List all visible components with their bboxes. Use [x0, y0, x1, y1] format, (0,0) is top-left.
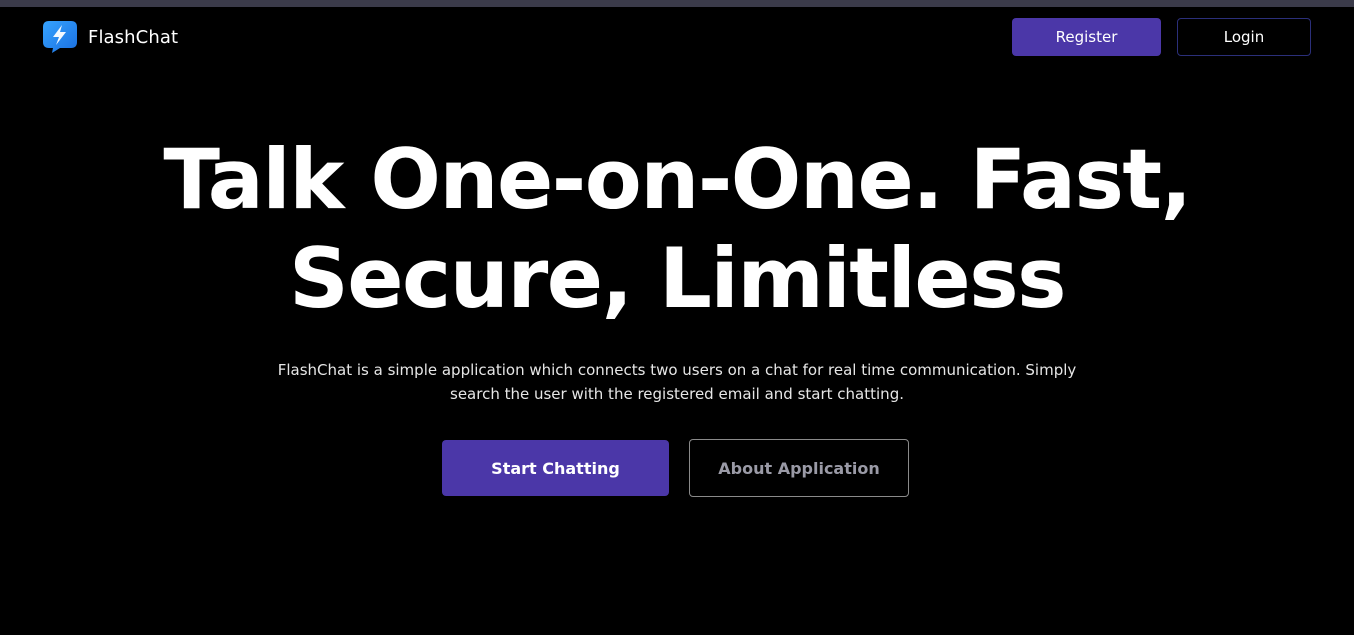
brand[interactable]: FlashChat — [42, 20, 178, 54]
hero-title-line-2: Secure, Limitless — [288, 230, 1067, 327]
start-chatting-button[interactable]: Start Chatting — [442, 440, 669, 496]
lightning-chat-icon — [43, 21, 77, 53]
hero-title-line-1: Talk One-on-One. Fast, — [163, 131, 1192, 228]
about-application-button[interactable]: About Application — [689, 439, 909, 497]
brand-name: FlashChat — [88, 26, 179, 48]
login-button[interactable]: Login — [1177, 18, 1311, 56]
hero-description: FlashChat is a simple application which … — [277, 361, 1077, 403]
hero-title: Talk One-on-One. Fast, Secure, Limitless — [100, 130, 1254, 328]
register-button[interactable]: Register — [1012, 18, 1161, 56]
navbar: FlashChat Register Login — [0, 7, 1354, 67]
window-top-strip — [0, 0, 1354, 7]
